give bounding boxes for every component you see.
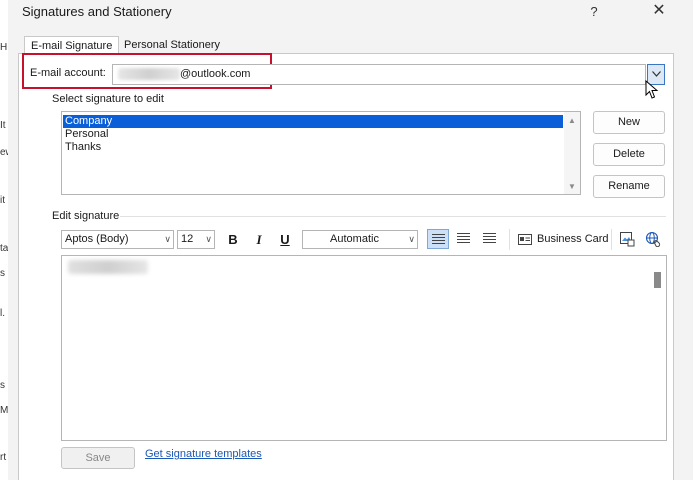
signature-templates-link[interactable]: Get signature templates	[145, 448, 262, 460]
delete-button[interactable]: Delete	[593, 143, 665, 166]
chevron-down-icon: ∨	[408, 234, 415, 244]
signatures-dialog: Signatures and Stationery ? ✕ E-mail Sig…	[8, 0, 693, 480]
edit-signature-label: Edit signature	[52, 210, 120, 222]
toolbar-separator	[509, 229, 510, 250]
editor-scrollbar-thumb[interactable]	[654, 272, 661, 288]
list-scrollbar[interactable]: ▲ ▼	[564, 112, 580, 194]
new-button[interactable]: New	[593, 111, 665, 134]
list-item[interactable]: Thanks	[63, 141, 563, 154]
save-button[interactable]: Save	[61, 447, 135, 469]
font-name-select[interactable]: Aptos (Body) ∨	[61, 230, 174, 249]
business-card-label: Business Card	[537, 233, 609, 245]
list-item[interactable]: Personal	[63, 128, 563, 141]
align-right-button[interactable]	[479, 229, 501, 249]
font-size-value: 12	[181, 233, 194, 245]
chevron-down-icon: ∨	[164, 234, 171, 244]
underline-button[interactable]: U	[275, 230, 295, 249]
align-left-button[interactable]	[427, 229, 449, 249]
rename-button[interactable]: Rename	[593, 175, 665, 198]
align-right-icon	[483, 233, 496, 244]
account-value: @outlook.com	[180, 68, 251, 80]
font-color-value: Automatic	[330, 233, 379, 245]
font-color-select[interactable]: Automatic ∨	[302, 230, 418, 249]
tab-personal-stationery[interactable]: Personal Stationery	[118, 36, 226, 54]
tab-email-signature[interactable]: E-mail Signature	[24, 36, 120, 54]
business-card-icon	[518, 234, 532, 245]
align-left-icon	[432, 234, 445, 245]
align-center-icon	[457, 233, 470, 244]
redacted-email-user	[118, 68, 180, 80]
bold-button[interactable]: B	[223, 230, 243, 249]
scroll-down-icon[interactable]: ▼	[568, 182, 576, 191]
scroll-up-icon[interactable]: ▲	[568, 116, 576, 125]
font-name-value: Aptos (Body)	[65, 233, 129, 245]
font-size-select[interactable]: 12 ∨	[177, 230, 215, 249]
chevron-down-icon: ∨	[205, 234, 212, 244]
signature-editor[interactable]	[61, 255, 667, 441]
insert-picture-icon[interactable]	[619, 231, 635, 247]
tab-label: Personal Stationery	[124, 39, 220, 51]
help-button[interactable]: ?	[582, 2, 606, 22]
toolbar-separator	[611, 229, 612, 250]
divider	[120, 216, 666, 217]
list-item[interactable]: Company	[63, 115, 563, 128]
mouse-cursor-icon	[645, 80, 659, 99]
align-center-button[interactable]	[453, 229, 475, 249]
signature-list[interactable]: Company Personal Thanks ▲ ▼	[61, 111, 581, 195]
close-button[interactable]: ✕	[644, 0, 674, 22]
tab-label: E-mail Signature	[31, 40, 113, 52]
dialog-title: Signatures and Stationery	[22, 4, 172, 19]
hyperlink-icon[interactable]	[645, 231, 661, 247]
account-label: E-mail account:	[30, 67, 106, 79]
redacted-signature-text	[68, 260, 148, 274]
select-signature-label: Select signature to edit	[52, 93, 164, 105]
italic-button[interactable]: I	[249, 230, 269, 249]
